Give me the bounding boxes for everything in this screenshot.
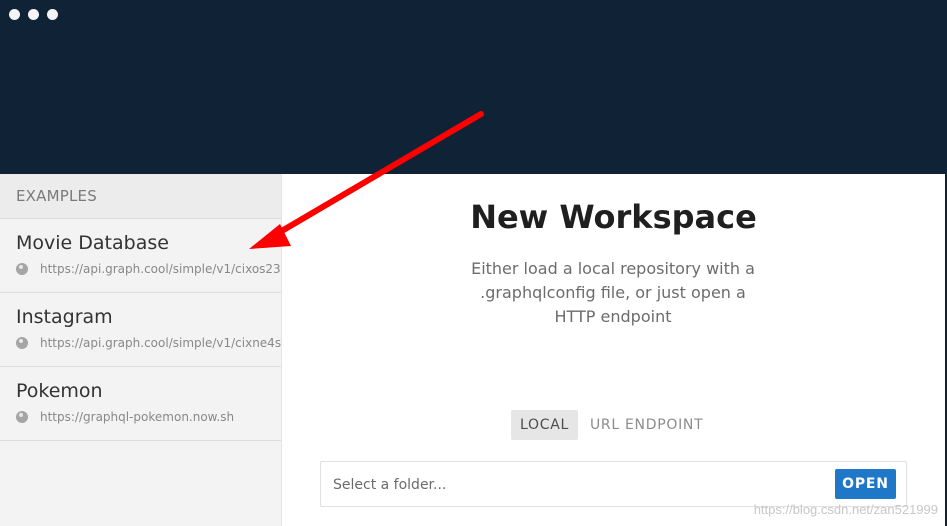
page-title: New Workspace	[470, 198, 757, 236]
example-title: Movie Database	[16, 232, 169, 254]
window-controls	[9, 9, 58, 20]
workspace-tabs: LOCAL URL ENDPOINT	[511, 410, 712, 440]
tab-url-endpoint[interactable]: URL ENDPOINT	[581, 410, 712, 440]
example-title: Instagram	[16, 306, 113, 328]
workspace-description: Either load a local repository with a .g…	[471, 259, 755, 326]
window-maximize-dot[interactable]	[47, 9, 58, 20]
example-url: https://graphql-pokemon.now.sh	[16, 410, 281, 424]
example-movie-database[interactable]: Movie Database https://api.graph.cool/si…	[0, 219, 281, 293]
example-url-text: https://api.graph.cool/simple/v1/cixne4s…	[40, 336, 281, 350]
examples-header: EXAMPLES	[0, 174, 281, 219]
example-url: https://api.graph.cool/simple/v1/cixne4s…	[16, 336, 281, 350]
example-url-text: https://api.graph.cool/simple/v1/cixos23…	[40, 262, 281, 276]
new-workspace-panel: New Workspace Either load a local reposi…	[282, 174, 945, 526]
tab-local[interactable]: LOCAL	[511, 410, 578, 440]
example-url: https://api.graph.cool/simple/v1/cixos23…	[16, 262, 281, 276]
examples-sidebar: EXAMPLES Movie Database https://api.grap…	[0, 174, 282, 526]
example-url-text: https://graphql-pokemon.now.sh	[40, 410, 235, 424]
window-close-dot[interactable]	[9, 9, 20, 20]
example-pokemon[interactable]: Pokemon https://graphql-pokemon.now.sh	[0, 367, 281, 441]
example-title: Pokemon	[16, 380, 103, 402]
globe-icon	[16, 337, 28, 349]
example-instagram[interactable]: Instagram https://api.graph.cool/simple/…	[0, 293, 281, 367]
window-minimize-dot[interactable]	[28, 9, 39, 20]
globe-icon	[16, 411, 28, 423]
globe-icon	[16, 263, 28, 275]
folder-input[interactable]	[331, 462, 805, 508]
open-button[interactable]: OPEN	[835, 469, 896, 499]
watermark: https://blog.csdn.net/zan521999	[753, 502, 938, 517]
folder-selector: OPEN	[320, 461, 907, 508]
